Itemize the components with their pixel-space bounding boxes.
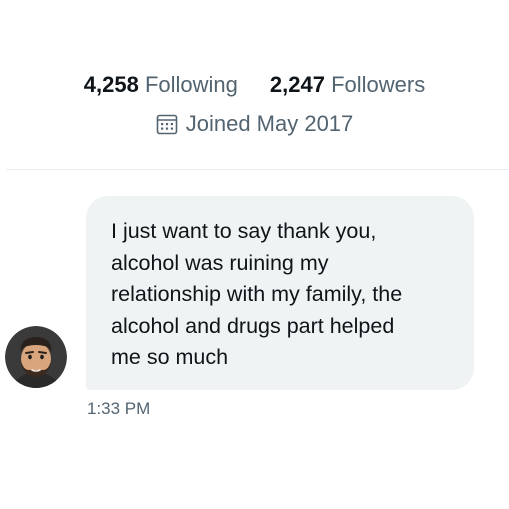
- avatar[interactable]: [5, 326, 67, 388]
- following-stat[interactable]: 4,258 Following: [84, 70, 238, 100]
- following-label: Following: [144, 72, 238, 97]
- message-line: alcohol and drugs part helped: [111, 313, 395, 338]
- calendar-icon: [156, 114, 178, 135]
- message-line: relationship with my family, the: [111, 282, 403, 306]
- message-bubble[interactable]: I just want to say thank you, alcohol wa…: [86, 196, 474, 390]
- message-line: alcohol was ruining my: [111, 250, 329, 275]
- followers-stat[interactable]: 2,247 Followers: [270, 70, 425, 100]
- following-count: 4,258: [83, 72, 139, 97]
- message-line: I just want to say thank you,: [111, 219, 377, 243]
- followers-count: 2,247: [269, 72, 325, 97]
- joined-text: Joined May 2017: [185, 111, 354, 136]
- followers-label: Followers: [331, 72, 426, 97]
- joined-date: Joined May 2017: [0, 109, 509, 139]
- memoji-avatar-icon: [5, 326, 67, 388]
- message-timestamp: 1:33 PM: [87, 399, 151, 418]
- divider: [6, 169, 509, 170]
- message-line: me so much: [111, 345, 229, 369]
- profile-stats: 4,258 Following 2,247 Followers: [0, 70, 509, 100]
